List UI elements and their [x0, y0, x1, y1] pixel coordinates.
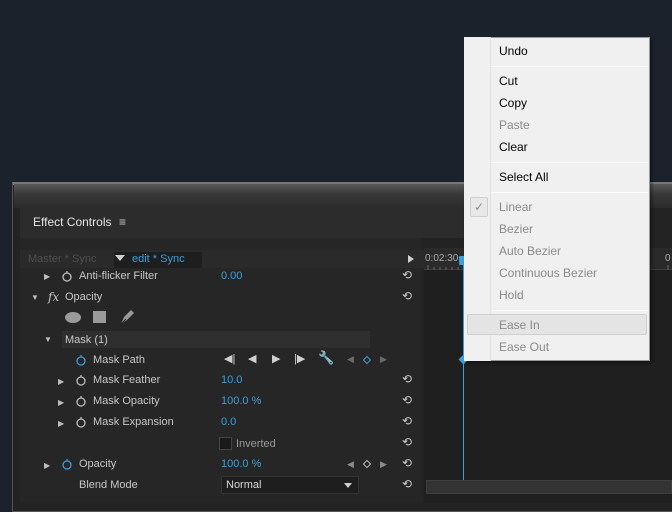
mask-header-bar[interactable]	[62, 331, 370, 348]
collapse-arrow-icon[interactable]: ▼	[31, 293, 39, 302]
wrench-icon[interactable]: 🔧	[318, 350, 334, 366]
pen-tool-icon[interactable]	[118, 308, 136, 326]
reset-icon[interactable]: ⟲	[402, 290, 416, 302]
reset-icon[interactable]: ⟲	[402, 373, 416, 385]
opacity-effect-label: Opacity	[65, 291, 103, 303]
inverted-label: Inverted	[236, 438, 276, 450]
expand-arrow-icon[interactable]: ▶	[44, 461, 50, 470]
menu-item-continuous-bezier[interactable]: Continuous Bezier	[499, 266, 597, 280]
inverted-checkbox[interactable]	[219, 437, 232, 450]
chevron-down-icon[interactable]	[344, 483, 352, 488]
stopwatch-icon[interactable]	[61, 270, 73, 282]
menu-item-auto-bezier[interactable]: Auto Bezier	[499, 244, 561, 258]
tab-active-sequence[interactable]: edit * Sync	[132, 253, 185, 265]
menu-item-select-all[interactable]: Select All	[499, 170, 548, 184]
menu-separator	[492, 310, 648, 311]
checkmark-icon: ✓	[470, 197, 488, 217]
tab-effect-controls[interactable]: Effect Controls	[33, 215, 111, 229]
expand-arrow-icon[interactable]: ▶	[58, 398, 64, 407]
chevron-down-icon[interactable]	[115, 255, 125, 261]
menu-item-paste[interactable]: Paste	[499, 118, 530, 132]
stopwatch-icon[interactable]	[61, 458, 73, 470]
ellipse-mask-icon[interactable]	[65, 312, 81, 323]
anti-flicker-value[interactable]: 0.00	[221, 270, 242, 282]
reset-icon[interactable]: ⟲	[402, 394, 416, 406]
expand-arrow-icon[interactable]: ▶	[44, 272, 50, 281]
mask-expansion-value[interactable]: 0.0	[221, 416, 236, 428]
mask-feather-label: Mask Feather	[93, 374, 161, 386]
stopwatch-icon[interactable]	[75, 354, 87, 366]
timeline-scrollbar[interactable]	[426, 480, 672, 494]
menu-item-copy[interactable]: Copy	[499, 96, 527, 110]
track-backward-one-icon[interactable]: ◀|	[224, 352, 235, 365]
opacity-value[interactable]: 100.0 %	[221, 458, 261, 470]
mask-opacity-value[interactable]: 100.0 %	[221, 395, 261, 407]
expand-arrow-icon[interactable]: ▶	[58, 419, 64, 428]
menu-item-linear[interactable]: Linear	[499, 200, 532, 214]
mask-label: Mask (1)	[65, 334, 108, 346]
menu-separator	[492, 192, 648, 193]
mask-feather-value[interactable]: 10.0	[221, 374, 242, 386]
rectangle-mask-icon[interactable]	[93, 311, 106, 323]
opacity-label: Opacity	[79, 458, 117, 470]
reset-icon[interactable]: ⟲	[402, 436, 416, 448]
panel-menu-icon[interactable]: ≡	[119, 215, 126, 229]
next-keyframe-icon[interactable]: ▶	[380, 459, 387, 470]
track-backward-icon[interactable]: ◀	[248, 352, 256, 365]
prev-keyframe-icon[interactable]: ◀	[347, 354, 354, 365]
menu-separator	[492, 66, 648, 67]
menu-separator	[492, 162, 648, 163]
tab-master-sequence[interactable]: Master * Sync	[28, 253, 96, 265]
mask-opacity-label: Mask Opacity	[93, 395, 160, 407]
menu-item-ease-out[interactable]: Ease Out	[499, 340, 549, 354]
stopwatch-icon[interactable]	[75, 374, 87, 386]
prev-keyframe-icon[interactable]: ◀	[347, 459, 354, 470]
menu-item-highlight	[467, 314, 647, 335]
next-keyframe-icon[interactable]: ▶	[380, 354, 387, 365]
reset-icon[interactable]: ⟲	[402, 457, 416, 469]
reset-icon[interactable]: ⟲	[402, 415, 416, 427]
track-forward-one-icon[interactable]: |▶	[294, 352, 305, 365]
menu-item-bezier[interactable]: Bezier	[499, 222, 533, 236]
collapse-arrow-icon[interactable]: ▼	[44, 335, 52, 344]
menu-item-clear[interactable]: Clear	[499, 140, 528, 154]
fx-icon[interactable]: fx	[48, 290, 59, 304]
context-menu	[464, 37, 650, 361]
play-arrow-icon[interactable]	[408, 255, 414, 263]
blend-mode-label: Blend Mode	[79, 479, 138, 491]
reset-icon[interactable]: ⟲	[402, 478, 416, 490]
menu-item-undo[interactable]: Undo	[499, 44, 528, 58]
blend-mode-value: Normal	[226, 479, 262, 491]
anti-flicker-label: Anti-flicker Filter	[79, 270, 158, 282]
track-forward-icon[interactable]: ▶	[272, 352, 280, 365]
mask-expansion-label: Mask Expansion	[93, 416, 174, 428]
reset-icon[interactable]: ⟲	[402, 269, 416, 281]
menu-item-cut[interactable]: Cut	[499, 74, 518, 88]
mask-path-label: Mask Path	[93, 354, 145, 366]
stopwatch-icon[interactable]	[75, 416, 87, 428]
menu-item-ease-in[interactable]: Ease In	[499, 318, 540, 332]
stopwatch-icon[interactable]	[75, 395, 87, 407]
menu-item-hold[interactable]: Hold	[499, 288, 524, 302]
expand-arrow-icon[interactable]: ▶	[58, 377, 64, 386]
